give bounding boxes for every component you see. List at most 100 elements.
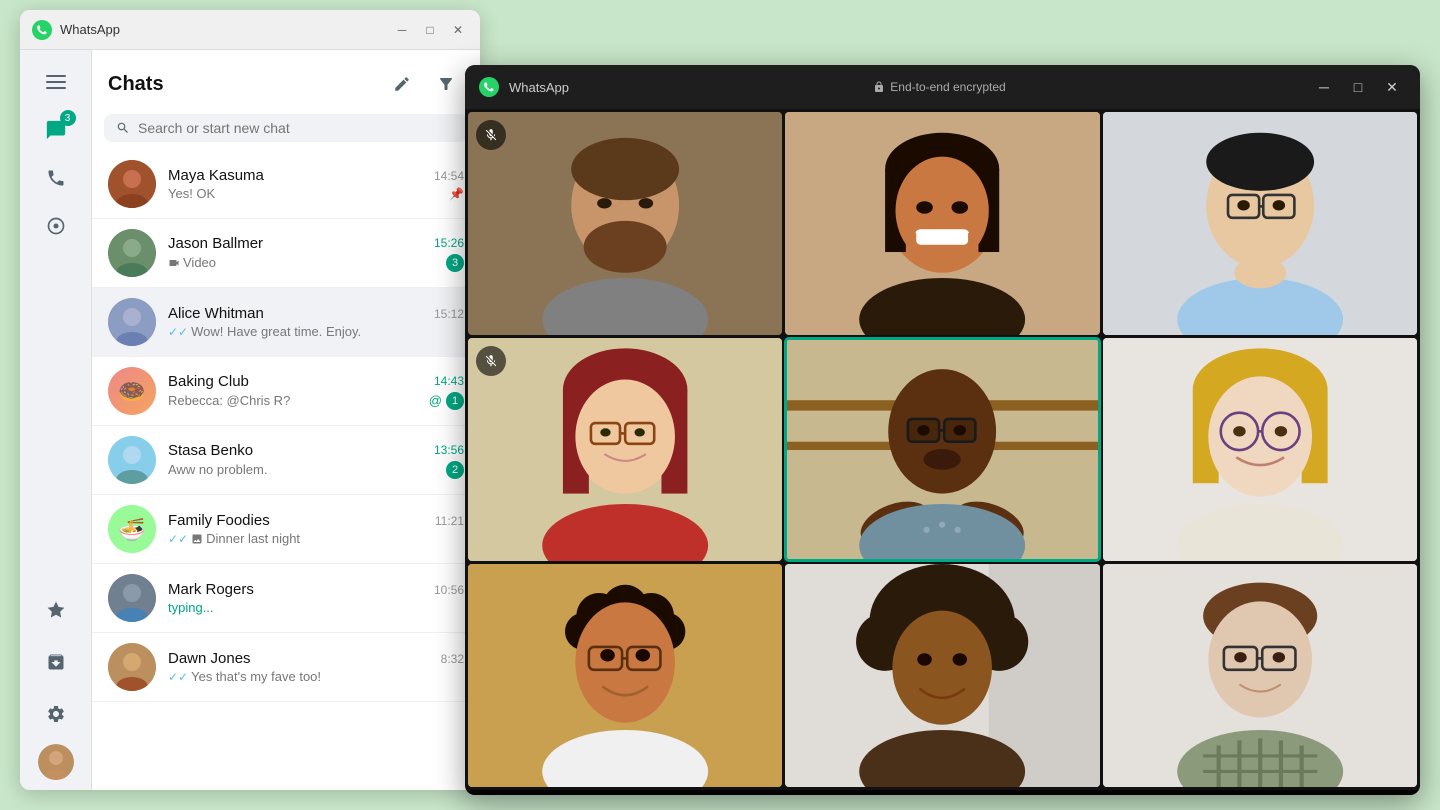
search-input[interactable] (138, 120, 456, 136)
chat-name-jason: Jason Ballmer (168, 235, 263, 252)
chat-preview-mark: typing... (168, 600, 214, 615)
sidebar: 3 (20, 50, 92, 790)
person-4-svg (468, 338, 782, 561)
video-cell-4 (468, 338, 782, 561)
main-whatsapp-window: WhatsApp ─ □ ✕ 3 (20, 10, 480, 790)
encrypted-text: End-to-end encrypted (890, 80, 1005, 94)
unread-badge-baking: 1 (446, 392, 464, 410)
chat-preview-maya: Yes! OK (168, 186, 215, 201)
chat-name-alice: Alice Whitman (168, 305, 264, 322)
sidebar-menu-icon[interactable] (34, 60, 78, 104)
avatar-baking: 🍩 (108, 367, 156, 415)
mute-icon-4 (476, 346, 506, 376)
chats-header: Chats (92, 50, 480, 110)
close-btn-video[interactable]: ✕ (1378, 73, 1406, 101)
main-titlebar-title: WhatsApp (60, 22, 120, 37)
chat-info-stasa: Stasa Benko 13:56 Aww no problem. 2 (168, 442, 464, 479)
chat-info-maya: Maya Kasuma 14:54 Yes! OK 📌 (168, 167, 464, 201)
unread-badge-stasa: 2 (446, 461, 464, 479)
new-chat-button[interactable] (384, 66, 420, 102)
chat-name-family: Family Foodies (168, 512, 270, 529)
user-avatar-sidebar[interactable] (38, 744, 74, 780)
minimize-btn-video[interactable]: ─ (1310, 73, 1338, 101)
avatar-dawn (108, 643, 156, 691)
chat-info-alice: Alice Whitman 15:12 ✓✓ Wow! Have great t… (168, 305, 464, 339)
chat-info-mark: Mark Rogers 10:56 typing... (168, 581, 464, 615)
person-8-svg (785, 564, 1099, 787)
chats-title: Chats (108, 73, 164, 96)
chat-time-dawn: 8:32 (441, 652, 464, 666)
sidebar-chats-icon[interactable]: 3 (34, 108, 78, 152)
video-title-text: WhatsApp (509, 80, 569, 95)
chat-time-baking: 14:43 (434, 374, 464, 388)
avatar-jason (108, 229, 156, 277)
chat-item-baking[interactable]: 🍩 Baking Club 14:43 Rebecca: @Chris R? @… (92, 357, 480, 426)
avatar-alice (108, 298, 156, 346)
chat-name-stasa: Stasa Benko (168, 442, 253, 459)
sidebar-calls-icon[interactable] (34, 156, 78, 200)
sidebar-starred-icon[interactable] (34, 588, 78, 632)
sidebar-settings-icon[interactable] (34, 692, 78, 736)
sidebar-status-icon[interactable] (34, 204, 78, 248)
main-titlebar-controls: ─ □ ✕ (392, 20, 468, 40)
person-9-svg (1103, 564, 1417, 787)
chat-info-jason: Jason Ballmer 15:26 Video 3 (168, 235, 464, 272)
person-6-svg (1103, 338, 1417, 561)
unread-badge-jason: 3 (446, 254, 464, 272)
filter-button[interactable] (428, 66, 464, 102)
video-cell-5 (785, 338, 1099, 561)
chat-time-stasa: 13:56 (434, 443, 464, 457)
chat-item-stasa[interactable]: Stasa Benko 13:56 Aww no problem. 2 (92, 426, 480, 495)
video-titlebar: WhatsApp End-to-end encrypted ─ □ ✕ (465, 65, 1420, 109)
chat-preview-baking: Rebecca: @Chris R? (168, 393, 290, 408)
maximize-btn-main[interactable]: □ (420, 20, 440, 40)
lock-icon (873, 81, 885, 93)
chat-info-baking: Baking Club 14:43 Rebecca: @Chris R? @ 1 (168, 373, 464, 410)
chat-preview-family: ✓✓ Dinner last night (168, 531, 300, 546)
chat-preview-dawn: ✓✓ Yes that's my fave too! (168, 669, 321, 684)
chat-time-mark: 10:56 (434, 583, 464, 597)
chat-name-baking: Baking Club (168, 373, 249, 390)
person-5-svg (785, 338, 1099, 561)
chat-info-dawn: Dawn Jones 8:32 ✓✓ Yes that's my fave to… (168, 650, 464, 684)
video-grid (465, 109, 1420, 790)
chat-item-jason[interactable]: Jason Ballmer 15:26 Video 3 (92, 219, 480, 288)
chat-name-maya: Maya Kasuma (168, 167, 264, 184)
avatar-family: 🍜 (108, 505, 156, 553)
avatar-mark (108, 574, 156, 622)
search-icon (116, 121, 130, 135)
svg-text:🍩: 🍩 (118, 379, 145, 404)
chat-info-family: Family Foodies 11:21 ✓✓ Dinner last nigh… (168, 512, 464, 546)
chat-preview-jason: Video (168, 255, 216, 270)
chat-item-mark[interactable]: Mark Rogers 10:56 typing... (92, 564, 480, 633)
video-cell-7 (468, 564, 782, 787)
sidebar-bottom (34, 588, 78, 780)
video-titlebar-controls: ─ □ ✕ (1310, 73, 1406, 101)
chat-name-dawn: Dawn Jones (168, 650, 251, 667)
chat-item-family[interactable]: 🍜 Family Foodies 11:21 ✓✓ Dinner last ni… (92, 495, 480, 564)
mute-icon-1 (476, 120, 506, 150)
chat-name-mark: Mark Rogers (168, 581, 254, 598)
person-2-svg (785, 112, 1099, 335)
person-7-svg (468, 564, 782, 787)
close-btn-main[interactable]: ✕ (448, 20, 468, 40)
chat-time-maya: 14:54 (434, 169, 464, 183)
pin-icon-maya: 📌 (449, 187, 464, 201)
chat-item-maya[interactable]: Maya Kasuma 14:54 Yes! OK 📌 (92, 150, 480, 219)
search-bar (104, 114, 468, 142)
avatar-stasa (108, 436, 156, 484)
chat-time-alice: 15:12 (434, 307, 464, 321)
video-cell-6 (1103, 338, 1417, 561)
maximize-btn-video[interactable]: □ (1344, 73, 1372, 101)
sidebar-archive-icon[interactable] (34, 640, 78, 684)
whatsapp-logo-video (479, 77, 499, 97)
minimize-btn-main[interactable]: ─ (392, 20, 412, 40)
person-3-svg (1103, 112, 1417, 335)
chat-item-dawn[interactable]: Dawn Jones 8:32 ✓✓ Yes that's my fave to… (92, 633, 480, 702)
video-cell-8 (785, 564, 1099, 787)
chats-panel: Chats (92, 50, 480, 790)
chat-time-family: 11:21 (435, 514, 464, 528)
person-1-svg (468, 112, 782, 335)
chat-item-alice[interactable]: Alice Whitman 15:12 ✓✓ Wow! Have great t… (92, 288, 480, 357)
chat-time-jason: 15:26 (434, 236, 464, 250)
